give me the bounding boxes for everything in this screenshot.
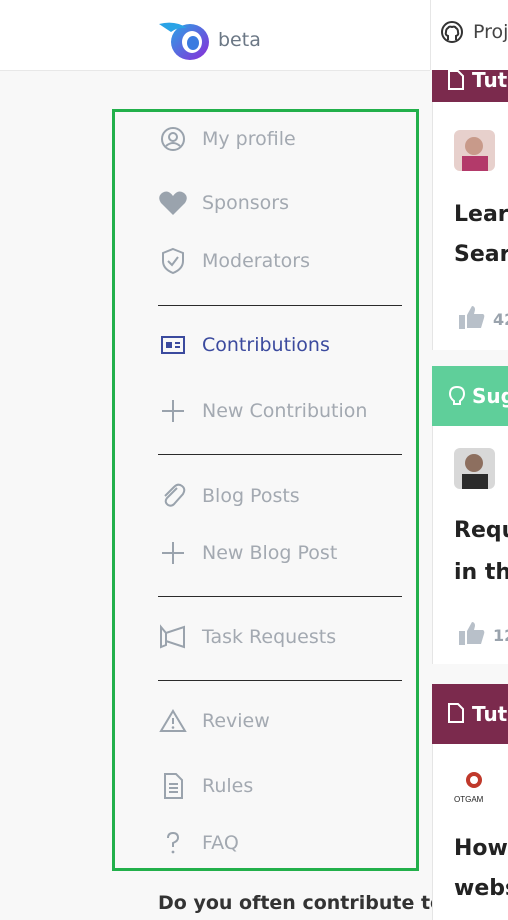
github-icon[interactable] — [440, 20, 464, 44]
document-icon — [158, 771, 188, 801]
avatar[interactable] — [454, 130, 495, 171]
card-title[interactable]: How — [454, 836, 508, 861]
contribution-card[interactable]: Requ in the 12 — [432, 426, 508, 664]
paperclip-icon — [158, 481, 188, 511]
menu-divider — [158, 305, 402, 306]
menu-item-label: Rules — [202, 775, 254, 797]
menu-item-sponsors[interactable]: Sponsors — [158, 188, 289, 218]
document-icon — [448, 703, 464, 727]
category-label: Tuto — [472, 70, 508, 92]
plus-icon — [158, 396, 188, 426]
vote-count: 42 — [493, 310, 508, 329]
category-label: Sugg — [472, 384, 508, 408]
utopian-logo[interactable] — [157, 18, 213, 64]
megaphone-icon — [158, 622, 188, 652]
menu-item-label: Moderators — [202, 250, 311, 272]
contribution-card[interactable]: OTGAM How websi — [432, 744, 508, 920]
contributions-column: Tuto Learr Searc 42 Sugg Requ in the 12 — [432, 70, 508, 920]
thumbs-up-icon[interactable] — [458, 304, 486, 330]
menu-item-label: New Contribution — [202, 400, 368, 422]
menu-item-faq[interactable]: FAQ — [158, 828, 239, 858]
menu-item-label: Sponsors — [202, 192, 290, 214]
user-circle-icon — [158, 124, 188, 154]
menu-item-contributions[interactable]: Contributions — [158, 330, 330, 360]
menu-item-blog-posts[interactable]: Blog Posts — [158, 481, 300, 511]
menu-item-label: FAQ — [202, 832, 239, 854]
category-band-tutorial: Tuto — [432, 684, 508, 744]
avatar[interactable]: OTGAM — [454, 766, 495, 807]
card-title[interactable]: websi — [454, 876, 508, 901]
avatar[interactable] — [454, 448, 495, 489]
question-icon — [158, 828, 188, 858]
menu-item-label: Review — [202, 710, 270, 732]
heart-icon — [158, 188, 188, 218]
menu-item-label: My profile — [202, 128, 296, 150]
document-icon — [448, 70, 464, 94]
beta-badge: beta — [218, 29, 261, 51]
menu-item-task-requests[interactable]: Task Requests — [158, 622, 336, 652]
menu-divider — [158, 454, 402, 455]
thumbs-up-icon[interactable] — [458, 620, 486, 646]
menu-item-my-profile[interactable]: My profile — [158, 124, 296, 154]
card-title[interactable]: Learr — [454, 202, 508, 227]
menu-divider — [158, 680, 402, 681]
vote-count: 12 — [493, 626, 508, 645]
footer-prompt-text: Do you often contribute to — [158, 892, 444, 914]
menu-item-new-blog-post[interactable]: New Blog Post — [158, 538, 337, 568]
warning-triangle-icon — [158, 706, 188, 736]
menu-divider — [158, 596, 402, 597]
menu-item-label: Task Requests — [202, 626, 337, 648]
category-band-suggestion: Sugg — [432, 366, 508, 426]
card-title[interactable]: in the — [454, 560, 508, 585]
category-band-tutorial: Tuto — [432, 70, 508, 102]
menu-item-label: Blog Posts — [202, 485, 300, 507]
contribution-card[interactable]: Learr Searc 42 — [432, 102, 508, 350]
menu-item-moderators[interactable]: Moderators — [158, 246, 310, 276]
avatar-text: OTGAM — [454, 795, 484, 804]
shield-check-icon — [158, 246, 188, 276]
menu-item-review[interactable]: Review — [158, 706, 270, 736]
lightbulb-icon — [448, 385, 466, 412]
menu-item-new-contribution[interactable]: New Contribution — [158, 396, 367, 426]
card-title[interactable]: Searc — [454, 242, 508, 267]
top-bar — [0, 0, 430, 71]
contribution-card-icon — [158, 330, 188, 360]
menu-item-label: New Blog Post — [202, 542, 338, 564]
menu-item-label: Contributions — [202, 334, 330, 356]
projects-link[interactable]: Proj — [473, 21, 508, 43]
category-label: Tuto — [472, 702, 508, 726]
plus-icon — [158, 538, 188, 568]
card-title[interactable]: Requ — [454, 518, 508, 543]
menu-item-rules[interactable]: Rules — [158, 771, 253, 801]
